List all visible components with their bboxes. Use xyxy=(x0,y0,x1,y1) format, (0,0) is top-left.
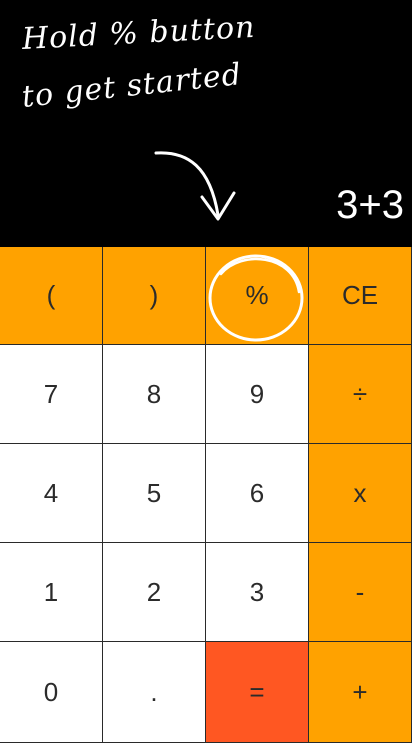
hint-line-1: Hold % button xyxy=(21,9,257,57)
hint-line-2: to get started xyxy=(20,57,244,115)
digit-2-key[interactable]: 2 xyxy=(103,543,206,642)
digit-8-key[interactable]: 8 xyxy=(103,345,206,444)
percent-key[interactable]: % xyxy=(206,247,309,345)
clear-entry-key[interactable]: CE xyxy=(309,247,412,345)
digit-6-key[interactable]: 6 xyxy=(206,444,309,543)
digit-3-key[interactable]: 3 xyxy=(206,543,309,642)
digit-0-key[interactable]: 0 xyxy=(0,642,103,743)
divide-key[interactable]: ÷ xyxy=(309,345,412,444)
subtract-key[interactable]: - xyxy=(309,543,412,642)
equals-key[interactable]: = xyxy=(206,642,309,743)
digit-5-key[interactable]: 5 xyxy=(103,444,206,543)
digit-7-key[interactable]: 7 xyxy=(0,345,103,444)
keypad: ()% CE 7 8 9 ÷ 4 5 6 x 1 2 3- 0. = + xyxy=(0,247,412,743)
calculator-display: Hold % button to get started 3+3 xyxy=(0,0,412,247)
decimal-key[interactable]: . xyxy=(103,642,206,743)
digit-1-key[interactable]: 1 xyxy=(0,543,103,642)
close-paren-key[interactable]: ) xyxy=(103,247,206,345)
curved-down-arrow-icon xyxy=(154,151,236,221)
add-key[interactable]: + xyxy=(309,642,412,743)
digit-9-key[interactable]: 9 xyxy=(206,345,309,444)
expression-display: 3+3 xyxy=(336,183,404,227)
digit-4-key[interactable]: 4 xyxy=(0,444,103,543)
open-paren-key[interactable]: ( xyxy=(0,247,103,345)
multiply-key[interactable]: x xyxy=(309,444,412,543)
